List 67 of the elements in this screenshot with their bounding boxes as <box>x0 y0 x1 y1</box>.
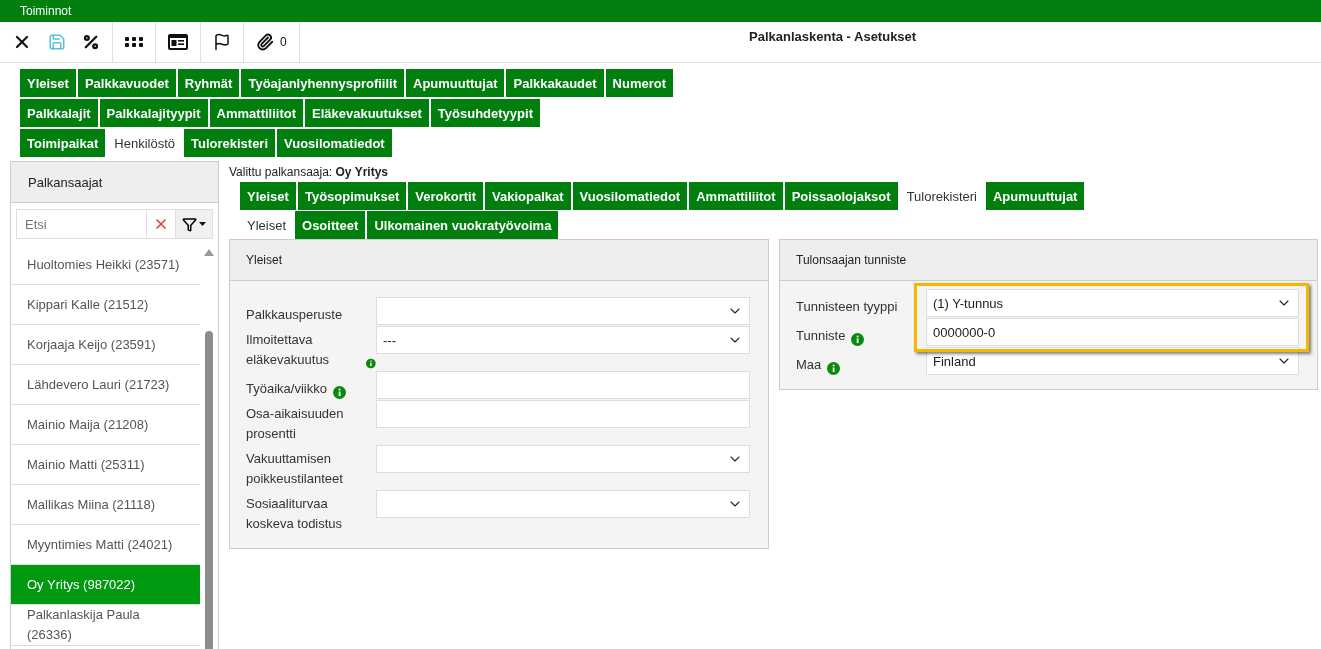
settings-tab[interactable]: Tulorekisteri <box>184 129 276 157</box>
field-label: Ilmoitettava eläkevakuutus <box>246 326 376 370</box>
save-icon <box>48 33 66 51</box>
settings-tab[interactable]: Palkkalajityypit <box>99 99 208 127</box>
employee-tab[interactable]: Ammattiliitot <box>689 182 783 210</box>
select-field[interactable] <box>376 297 750 325</box>
settings-tab[interactable]: Apumuuttujat <box>406 69 505 97</box>
employee-tab[interactable]: Apumuuttujat <box>985 182 1085 210</box>
info-icon <box>366 357 376 370</box>
settings-tab[interactable]: Numerot <box>605 69 674 97</box>
input-field[interactable]: 0000000-0 <box>926 318 1299 346</box>
field-label: Palkkausperuste <box>246 306 344 324</box>
field-label: Vakuuttamisen poikkeustilanteet <box>246 450 344 488</box>
info-icon <box>851 333 865 346</box>
id-card-icon <box>168 34 188 50</box>
percent-icon <box>82 33 100 51</box>
select-field[interactable] <box>376 490 750 518</box>
employee-item[interactable]: Oy Yritys (987022) <box>11 565 200 605</box>
settings-tab[interactable]: Työsuhdetyypit <box>430 99 540 127</box>
field-label: Tunniste <box>796 318 926 346</box>
settings-tab[interactable]: Palkkakaudet <box>506 69 604 97</box>
select-field[interactable]: --- <box>376 326 750 354</box>
settings-tab[interactable]: Ryhmät <box>177 69 240 97</box>
employee-tab[interactable]: Poissaolojaksot <box>784 182 898 210</box>
settings-tab[interactable]: Yleiset <box>20 69 76 97</box>
sidebar-title: Palkansaajat <box>11 162 218 203</box>
employee-tab[interactable]: Vakiopalkat <box>485 182 571 210</box>
filter-button[interactable] <box>176 209 213 239</box>
select-field[interactable]: (1) Y-tunnus <box>926 289 1299 317</box>
settings-tab[interactable]: Toimipaikat <box>20 129 106 157</box>
employee-tab[interactable]: Verokortit <box>408 182 483 210</box>
employee-tab[interactable]: Yleiset <box>240 182 296 210</box>
field-label: Työaika/viikko <box>246 371 376 399</box>
settings-tab[interactable]: Ammattiliitot <box>209 99 303 127</box>
dots-grid-icon <box>125 37 143 47</box>
flag-icon <box>213 33 231 51</box>
settings-tab[interactable]: Työajanlyhennysprofiilit <box>241 69 404 97</box>
info-icon <box>332 386 346 399</box>
employee-tab[interactable]: Työsopimukset <box>297 182 407 210</box>
info-icon <box>827 362 841 375</box>
field-label: Osa-aikaisuuden prosentti <box>246 405 345 443</box>
menu-title[interactable]: Toiminnot <box>20 4 72 18</box>
clear-icon <box>153 216 169 232</box>
attachment-button[interactable]: 0 <box>248 27 295 57</box>
input-field[interactable] <box>376 400 750 428</box>
settings-tab[interactable]: Palkkalajit <box>20 99 98 127</box>
input-field[interactable] <box>376 371 750 399</box>
select-field[interactable] <box>376 445 750 473</box>
employee-tab[interactable]: Ulkomainen vuokratyövoima <box>367 211 559 239</box>
scrollbar-thumb[interactable] <box>205 331 213 649</box>
field-label: Tunnisteen tyyppi <box>796 298 899 316</box>
settings-tab[interactable]: Palkkavuodet <box>77 69 176 97</box>
field-label: Sosiaaliturvaa koskeva todistus <box>246 495 344 533</box>
search-field[interactable]: Etsi <box>16 209 147 239</box>
employee-tab[interactable]: Osoitteet <box>295 211 366 239</box>
caret-icon <box>199 222 206 226</box>
paperclip-icon <box>256 33 274 51</box>
scroll-up-icon[interactable] <box>204 249 214 256</box>
settings-tab[interactable]: Eläkevakuutukset <box>305 99 429 127</box>
field-label: Maa <box>796 347 926 375</box>
settings-tab[interactable]: Vuosilomatiedot <box>277 129 392 157</box>
selected-employee: Valittu palkansaaja: Oy Yritys <box>229 164 389 181</box>
panel-title: Tulonsaajan tunniste <box>780 240 1317 281</box>
filter-icon <box>182 216 197 232</box>
page-title: Palkanlaskenta - Asetukset <box>749 29 917 44</box>
employee-tab[interactable]: Vuosilomatiedot <box>572 182 688 210</box>
panel-title: Yleiset <box>230 240 768 281</box>
